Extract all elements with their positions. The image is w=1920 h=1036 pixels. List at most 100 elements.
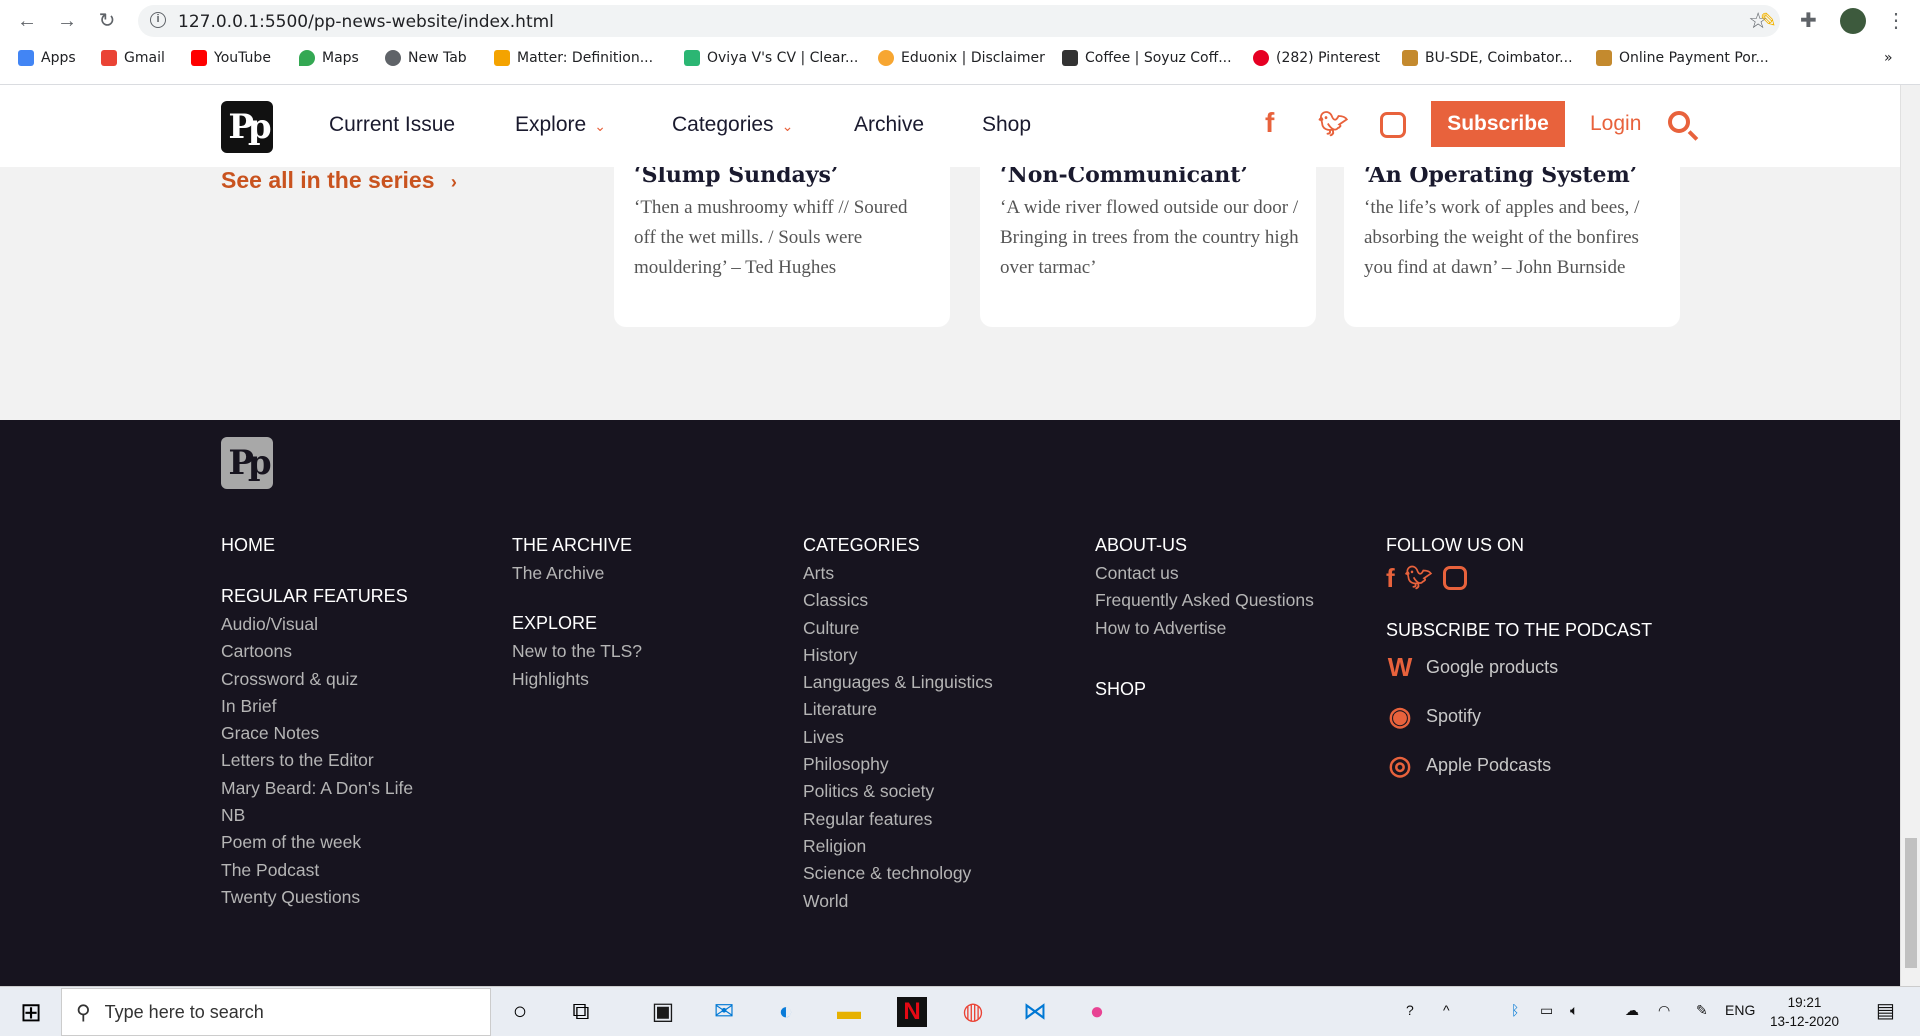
series-card[interactable]: ‘An Operating System’ ‘the life’s work o… (1344, 167, 1680, 327)
see-all-series-link[interactable]: See all in the series › (221, 167, 457, 194)
site-logo[interactable]: Pp (221, 101, 273, 153)
footer-heading[interactable]: ABOUT-US (1095, 533, 1314, 557)
footer-link[interactable]: Highlights (512, 666, 642, 693)
footer-link[interactable]: Poem of the week (221, 829, 413, 856)
bookmark-new-tab[interactable]: New Tab (385, 50, 467, 66)
edge-icon[interactable]: ◐ (771, 997, 801, 1027)
task-view-icon[interactable]: ⧉ (566, 997, 596, 1027)
bookmark-bu-sde[interactable]: BU-SDE, Coimbator... (1402, 50, 1573, 66)
footer-link[interactable]: How to Advertise (1095, 615, 1314, 642)
language-indicator[interactable]: ENG (1725, 1002, 1755, 1018)
bluetooth-icon[interactable]: ᛒ (1511, 1002, 1519, 1018)
footer-link[interactable]: New to the TLS? (512, 638, 642, 665)
footer-link[interactable]: The Podcast (221, 857, 413, 884)
bookmark-online-payment[interactable]: Online Payment Por... (1596, 50, 1769, 66)
footer-link[interactable]: Literature (803, 696, 993, 723)
file-explorer-icon[interactable]: ▬ (834, 997, 864, 1027)
twitter-icon[interactable]: 🐦︎ (1405, 565, 1433, 591)
series-card[interactable]: ‘Non-Communicant’ ‘A wide river flowed o… (980, 167, 1316, 327)
extensions-puzzle-icon[interactable]: ✚ (1800, 8, 1817, 33)
wifi-icon[interactable]: ◠ (1658, 1002, 1670, 1019)
bookmark-eduonix[interactable]: Eduonix | Disclaimer (878, 50, 1045, 66)
help-icon[interactable]: ? (1406, 1002, 1414, 1018)
netflix-icon[interactable]: N (897, 997, 927, 1027)
back-arrow-icon[interactable]: ← (14, 8, 40, 34)
footer-home-link[interactable]: HOME (221, 533, 413, 557)
bookmark-apps[interactable]: Apps (18, 50, 76, 66)
windows-start-icon[interactable]: ⊞ (16, 997, 46, 1027)
facebook-icon[interactable]: f (1386, 563, 1395, 594)
footer-link[interactable]: Contact us (1095, 560, 1314, 587)
taskbar-search-box[interactable]: ⚲ Type here to search (61, 988, 491, 1036)
footer-link[interactable]: Twenty Questions (221, 884, 413, 911)
extension-pen-icon[interactable]: ✎ (1760, 8, 1777, 33)
omnibox[interactable]: i 127.0.0.1:5500/pp-news-website/index.h… (138, 5, 1780, 37)
battery-icon[interactable]: ▭ (1540, 1002, 1553, 1019)
search-icon[interactable] (1668, 111, 1690, 133)
footer-link[interactable]: Mary Beard: A Don's Life (221, 775, 413, 802)
footer-heading[interactable]: THE ARCHIVE (512, 533, 642, 557)
nav-current-issue[interactable]: Current Issue (329, 113, 455, 137)
bookmark-youtube[interactable]: YouTube (191, 50, 271, 66)
reload-icon[interactable]: ↻ (94, 8, 120, 34)
footer-link[interactable]: Languages & Linguistics (803, 669, 993, 696)
footer-logo[interactable]: Pp (221, 437, 273, 489)
footer-link[interactable]: Crossword & quiz (221, 666, 413, 693)
bookmark-maps[interactable]: Maps (299, 50, 359, 66)
nav-shop[interactable]: Shop (982, 113, 1031, 137)
url-text[interactable]: 127.0.0.1:5500/pp-news-website/index.htm… (178, 12, 554, 32)
footer-link[interactable]: Classics (803, 587, 993, 614)
pen-icon[interactable]: ✎ (1696, 1002, 1708, 1019)
footer-link[interactable]: Audio/Visual (221, 611, 413, 638)
footer-link[interactable]: The Archive (512, 560, 642, 587)
footer-link[interactable]: Cartoons (221, 638, 413, 665)
profile-avatar[interactable] (1840, 8, 1866, 34)
onedrive-icon[interactable]: ☁ (1625, 1002, 1639, 1019)
footer-link[interactable]: Lives (803, 724, 993, 751)
store-icon[interactable]: ▣ (648, 997, 678, 1027)
footer-link[interactable]: Letters to the Editor (221, 747, 413, 774)
instagram-icon[interactable] (1380, 112, 1406, 138)
bookmark-cv[interactable]: Oviya V's CV | Clear... (684, 50, 858, 66)
paint-icon[interactable]: ● (1082, 997, 1112, 1027)
footer-link[interactable]: History (803, 642, 993, 669)
clock[interactable]: 19:21 13-12-2020 (1770, 993, 1839, 1031)
chevron-up-icon[interactable]: ^ (1443, 1002, 1450, 1018)
vscode-icon[interactable]: ⋈ (1020, 997, 1050, 1027)
footer-link[interactable]: World (803, 888, 993, 915)
footer-link[interactable]: Arts (803, 560, 993, 587)
bookmark-matter[interactable]: Matter: Definition... (494, 50, 653, 66)
volume-muted-icon[interactable]: 🔈︎ (1570, 1002, 1578, 1019)
footer-link[interactable]: Science & technology (803, 860, 993, 887)
footer-link[interactable]: In Brief (221, 693, 413, 720)
footer-link[interactable]: Regular features (803, 806, 993, 833)
footer-link[interactable]: Philosophy (803, 751, 993, 778)
nav-archive[interactable]: Archive (854, 113, 924, 137)
podcast-google[interactable]: W Google products (1386, 652, 1652, 683)
bookmark-pinterest[interactable]: (282) Pinterest (1253, 50, 1380, 66)
nav-explore[interactable]: Explore ⌄ (515, 113, 606, 137)
footer-link[interactable]: Culture (803, 615, 993, 642)
bookmarks-overflow[interactable]: » (1884, 50, 1893, 66)
facebook-icon[interactable]: f (1265, 107, 1274, 139)
scrollbar-thumb[interactable] (1905, 838, 1917, 968)
instagram-icon[interactable] (1442, 566, 1467, 590)
mail-icon[interactable]: ✉ (709, 997, 739, 1027)
twitter-icon[interactable]: 🐦︎ (1318, 110, 1348, 139)
bookmark-coffee[interactable]: Coffee | Soyuz Coff... (1062, 50, 1232, 66)
footer-link[interactable]: Grace Notes (221, 720, 413, 747)
footer-shop-link[interactable]: SHOP (1095, 677, 1314, 701)
login-link[interactable]: Login (1590, 112, 1641, 136)
page-scrollbar[interactable] (1900, 85, 1920, 986)
footer-link[interactable]: NB (221, 802, 413, 829)
cortana-circle-icon[interactable]: ○ (505, 997, 535, 1027)
menu-kebab-icon[interactable]: ⋮ (1886, 8, 1906, 33)
podcast-apple[interactable]: ◎ Apple Podcasts (1386, 750, 1652, 781)
nav-categories[interactable]: Categories ⌄ (672, 113, 793, 137)
bookmark-gmail[interactable]: Gmail (101, 50, 165, 66)
site-info-icon[interactable]: i (150, 12, 166, 28)
chrome-icon[interactable]: ◍ (958, 997, 988, 1027)
forward-arrow-icon[interactable]: → (54, 8, 80, 34)
podcast-spotify[interactable]: ◉ Spotify (1386, 701, 1652, 732)
notifications-icon[interactable]: ▤ (1876, 998, 1895, 1023)
